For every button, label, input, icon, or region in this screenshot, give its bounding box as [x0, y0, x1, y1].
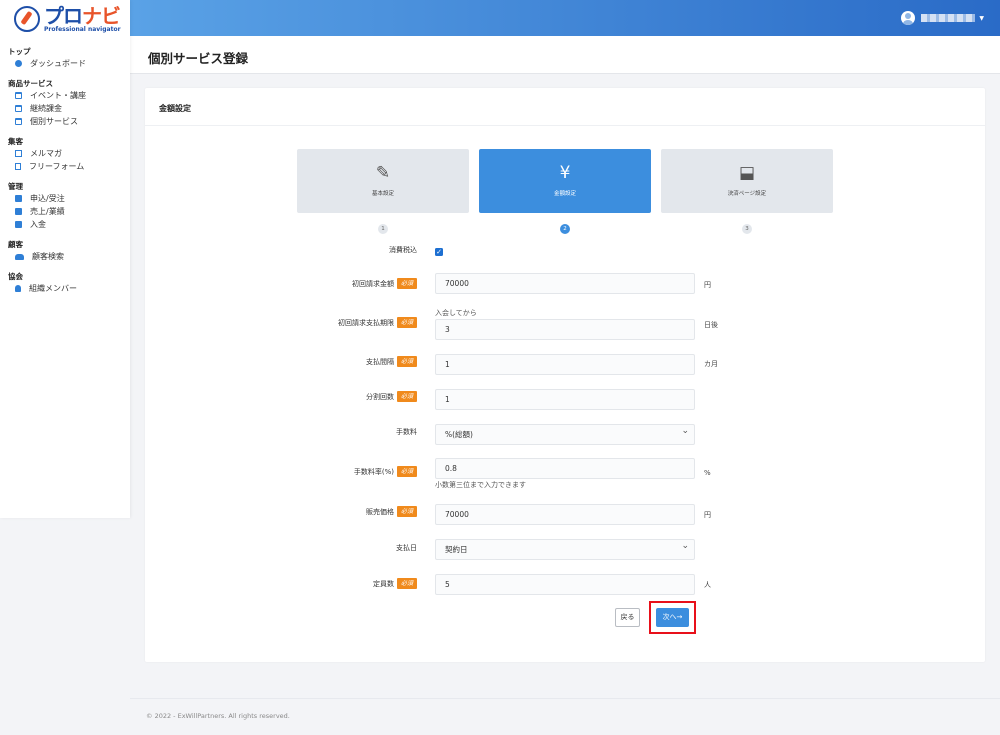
brand-tagline: Professional navigator: [44, 25, 121, 33]
edit-icon: ✎: [375, 163, 391, 183]
sidebar: プロナビ Professional navigator トップ ダッシュボード …: [0, 0, 130, 518]
step-number: 1: [378, 224, 388, 234]
step-basic-settings[interactable]: ✎ 基本設定: [297, 149, 469, 213]
months-unit: カ月: [704, 360, 718, 368]
caret-down-icon: ▼: [979, 14, 984, 22]
required-badge: 必須: [396, 317, 417, 328]
sidebar-item-payments[interactable]: 入金: [0, 218, 130, 231]
yen-unit: 円: [704, 511, 711, 519]
yen-unit: 円: [704, 281, 711, 289]
document-icon: [15, 163, 21, 170]
nav-section-top: トップ: [8, 47, 31, 56]
deadline-hint: 入会してから: [435, 309, 477, 317]
calendar-icon: [15, 118, 22, 125]
next-button-highlight: 次へ→: [649, 601, 696, 634]
card-title: 金額設定: [145, 88, 985, 126]
top-bar: ▼: [130, 0, 1000, 36]
user-name-blurred: [921, 14, 976, 22]
pay-day-label: 支払日: [396, 544, 417, 552]
yen-icon: ¥: [559, 163, 571, 183]
box-icon: [15, 208, 22, 215]
tax-included-checkbox[interactable]: ✓: [435, 248, 443, 256]
sidebar-item-newsletter[interactable]: メルマガ: [0, 147, 130, 160]
payment-interval-label: 支払間隔 必須: [366, 356, 417, 367]
fee-label: 手数料: [396, 428, 417, 436]
required-badge: 必須: [396, 391, 417, 402]
footer-divider: [130, 698, 1000, 699]
page-title: 個別サービス登録: [148, 51, 249, 66]
page-header: 個別サービス登録: [130, 36, 1000, 74]
dashboard-icon: [15, 60, 22, 67]
sidebar-item-members[interactable]: 組織メンバー: [0, 282, 130, 295]
required-badge: 必須: [396, 356, 417, 367]
step-number: 2: [560, 224, 570, 234]
required-badge: 必須: [396, 278, 417, 289]
nav-section-marketing: 集客: [8, 137, 23, 146]
fee-rate-input[interactable]: 0.8: [435, 458, 695, 479]
step-label: 基本設定: [371, 191, 394, 197]
days-after-unit: 日後: [704, 321, 718, 329]
sales-price-label: 販売価格 必須: [366, 506, 417, 517]
footer-copyright: © 2022 - ExWillPartners. All rights rese…: [146, 712, 290, 720]
sales-price-input[interactable]: 70000: [435, 504, 695, 525]
box-icon: [15, 221, 22, 228]
initial-deadline-input[interactable]: 3: [435, 319, 695, 340]
percent-unit: %: [704, 469, 711, 477]
sidebar-item-individual-service[interactable]: 個別サービス: [0, 115, 130, 128]
back-button[interactable]: 戻る: [615, 608, 640, 627]
nav-section-management: 管理: [8, 182, 23, 191]
capacity-input[interactable]: 5: [435, 574, 695, 595]
initial-amount-label: 初回請求金額 必須: [352, 278, 417, 289]
step-price-settings[interactable]: ¥ 金額設定: [479, 149, 651, 213]
compass-logo-icon: [14, 6, 40, 32]
sidebar-item-free-form[interactable]: フリーフォーム: [0, 160, 130, 173]
step-number: 3: [742, 224, 752, 234]
installments-label: 分割回数 必須: [366, 391, 417, 402]
fee-rate-hint: 小数第三位まで入力できます: [435, 481, 526, 489]
sidebar-item-dashboard[interactable]: ダッシュボード: [0, 57, 130, 70]
initial-amount-input[interactable]: 70000: [435, 273, 695, 294]
installments-input[interactable]: 1: [435, 389, 695, 410]
required-badge: 必須: [396, 578, 417, 589]
user-menu[interactable]: ▼: [901, 11, 984, 25]
initial-deadline-label: 初回請求支払期限 必須: [338, 317, 417, 328]
box-icon: [15, 195, 22, 202]
user-icon: [15, 285, 21, 292]
step-label: 金額設定: [553, 191, 576, 197]
required-badge: 必須: [396, 506, 417, 517]
nav-section-customers: 顧客: [8, 240, 23, 249]
calendar-icon: [15, 92, 22, 99]
fee-rate-label: 手数料率(%) 必須: [354, 466, 417, 477]
brand-name: プロナビ: [44, 3, 121, 28]
sidebar-item-events[interactable]: イベント・講座: [0, 89, 130, 102]
price-settings-card: 金額設定 ✎ 基本設定 ¥ 金額設定 ⬓ 決済ページ設定 1 2 3 消費税込 …: [145, 88, 985, 662]
mail-icon: [15, 150, 22, 157]
sidebar-item-orders[interactable]: 申込/受注: [0, 192, 130, 205]
required-badge: 必須: [396, 466, 417, 477]
nav-section-products: 商品サービス: [8, 79, 53, 88]
tax-included-label: 消費税込: [389, 246, 417, 254]
payment-interval-input[interactable]: 1: [435, 354, 695, 375]
logo[interactable]: プロナビ Professional navigator: [0, 0, 130, 38]
calendar-icon: [15, 105, 22, 112]
sidebar-item-subscription[interactable]: 継続課金: [0, 102, 130, 115]
next-button[interactable]: 次へ→: [656, 608, 689, 627]
persons-unit: 人: [704, 581, 711, 589]
pay-day-select[interactable]: 契約日: [435, 537, 695, 560]
avatar-icon: [901, 11, 916, 25]
step-label: 決済ページ設定: [727, 191, 767, 197]
sidebar-item-sales[interactable]: 売上/業績: [0, 205, 130, 218]
stamp-icon: ⬓: [738, 163, 756, 183]
capacity-label: 定員数 必須: [373, 578, 417, 589]
users-icon: [15, 253, 24, 260]
fee-select[interactable]: %(総額): [435, 422, 695, 445]
step-payment-page-settings[interactable]: ⬓ 決済ページ設定: [661, 149, 833, 213]
nav-section-association: 協会: [8, 272, 23, 281]
sidebar-item-customer-search[interactable]: 顧客検索: [0, 250, 130, 263]
